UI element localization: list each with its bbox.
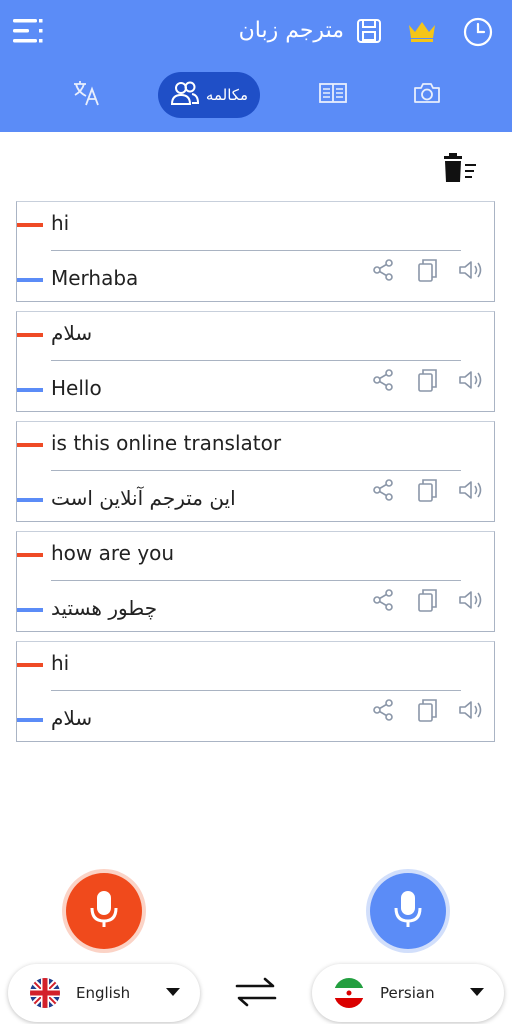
- share-icon[interactable]: [369, 586, 397, 614]
- target-marker: [17, 718, 43, 722]
- speaker-icon[interactable]: [457, 256, 485, 284]
- divider: [51, 360, 461, 361]
- copy-icon[interactable]: [413, 366, 441, 394]
- source-text: hi: [51, 211, 70, 235]
- share-icon[interactable]: [369, 256, 397, 284]
- divider: [51, 690, 461, 691]
- target-marker: [17, 498, 43, 502]
- source-marker: [17, 333, 43, 337]
- target-text: Merhaba: [51, 266, 139, 290]
- tab-conversation-label: مکالمه: [205, 86, 249, 104]
- target-text: این مترجم آنلاین است: [51, 486, 236, 510]
- trash-icon[interactable]: [440, 148, 480, 186]
- app-header: مترجم زبان مکالمه: [0, 0, 512, 132]
- divider: [51, 580, 461, 581]
- tab-camera[interactable]: [402, 72, 452, 118]
- divider: [51, 250, 461, 251]
- source-language-selector[interactable]: English: [8, 964, 200, 1022]
- conversation-card: is this online translator این مترجم آنلای…: [16, 421, 495, 522]
- copy-icon[interactable]: [413, 476, 441, 504]
- crown-icon[interactable]: [404, 16, 440, 46]
- source-marker: [17, 223, 43, 227]
- target-marker: [17, 608, 43, 612]
- source-language-label: English: [76, 984, 131, 1002]
- mic-button-english[interactable]: [66, 873, 142, 949]
- translate-icon: [72, 79, 102, 111]
- speaker-icon[interactable]: [457, 586, 485, 614]
- app-title: مترجم زبان: [238, 18, 344, 43]
- target-language-selector[interactable]: Persian: [312, 964, 504, 1022]
- source-text: how are you: [51, 541, 175, 565]
- share-icon[interactable]: [369, 476, 397, 504]
- conversation-card: hi Merhaba: [16, 201, 495, 302]
- conversation-card: hi سلام: [16, 641, 495, 742]
- target-marker: [17, 388, 43, 392]
- speaker-icon[interactable]: [457, 366, 485, 394]
- target-marker: [17, 278, 43, 282]
- source-text: is this online translator: [51, 431, 282, 455]
- divider: [51, 470, 461, 471]
- conversation-card: سلام Hello: [16, 311, 495, 412]
- mic-icon: [391, 889, 425, 933]
- target-text: چطور هستید: [51, 596, 158, 620]
- book-icon: [319, 82, 347, 108]
- target-language-label: Persian: [380, 984, 435, 1002]
- tab-translate[interactable]: [62, 72, 112, 118]
- source-marker: [17, 663, 43, 667]
- share-icon[interactable]: [369, 366, 397, 394]
- chevron-down-icon: [166, 988, 180, 996]
- conversation-card: how are you چطور هستید: [16, 531, 495, 632]
- share-icon[interactable]: [369, 696, 397, 724]
- copy-icon[interactable]: [413, 586, 441, 614]
- source-marker: [17, 553, 43, 557]
- save-icon[interactable]: [354, 16, 384, 46]
- source-text: hi: [51, 651, 70, 675]
- target-text: Hello: [51, 376, 102, 400]
- copy-icon[interactable]: [413, 696, 441, 724]
- iran-flag-icon: [334, 978, 364, 1008]
- source-marker: [17, 443, 43, 447]
- speaker-icon[interactable]: [457, 476, 485, 504]
- target-text: سلام: [51, 706, 93, 730]
- mic-button-persian[interactable]: [370, 873, 446, 949]
- mic-icon: [87, 889, 121, 933]
- copy-icon[interactable]: [413, 256, 441, 284]
- history-icon[interactable]: [460, 14, 496, 50]
- people-icon: [170, 80, 200, 110]
- source-text: سلام: [51, 321, 93, 345]
- tab-conversation[interactable]: مکالمه: [158, 72, 260, 118]
- tab-book[interactable]: [308, 72, 358, 118]
- uk-flag-icon: [30, 978, 60, 1008]
- swap-icon[interactable]: [232, 970, 280, 1014]
- chevron-down-icon: [470, 988, 484, 996]
- menu-icon[interactable]: [10, 16, 46, 46]
- camera-icon: [413, 81, 441, 109]
- speaker-icon[interactable]: [457, 696, 485, 724]
